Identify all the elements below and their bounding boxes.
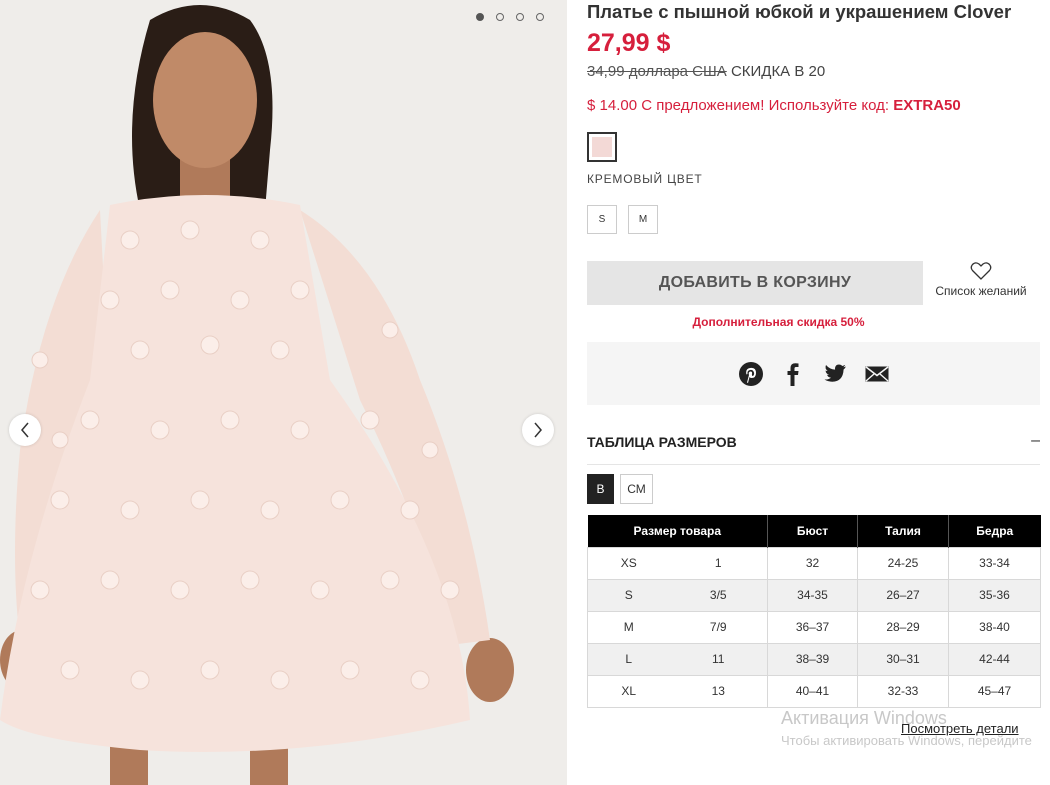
carousel-dot-3[interactable] xyxy=(516,13,524,21)
table-cell: 7/9 xyxy=(669,610,768,644)
unit-toggle-inches[interactable]: В xyxy=(587,474,614,504)
pinterest-icon[interactable] xyxy=(738,361,764,387)
gallery-prev-button[interactable] xyxy=(9,414,41,446)
table-row: S 3/5 34-35 26–27 35-36 xyxy=(587,578,1041,612)
chevron-left-icon xyxy=(21,422,29,438)
size-option-m[interactable]: M xyxy=(628,205,658,234)
product-photo xyxy=(0,0,567,785)
carousel-dot-4[interactable] xyxy=(536,13,544,21)
table-cell: 26–27 xyxy=(857,578,949,612)
table-cell: 45–47 xyxy=(948,674,1041,708)
table-cell: XS xyxy=(587,546,670,580)
product-price: 27,99 $ xyxy=(587,29,671,57)
table-row: XL 13 40–41 32-33 45–47 xyxy=(587,674,1041,708)
color-swatch-cream[interactable] xyxy=(587,132,617,162)
table-cell: XL xyxy=(587,674,670,708)
gallery-next-button[interactable] xyxy=(522,414,554,446)
color-swatch-fill xyxy=(592,137,612,157)
carousel-dots xyxy=(476,13,544,21)
table-cell: S xyxy=(587,578,670,612)
old-price-row: 34,99 доллара США СКИДКА В 20 xyxy=(587,63,825,80)
column-header-size: Размер товара xyxy=(587,515,768,547)
table-cell: 40–41 xyxy=(767,674,858,708)
old-price: 34,99 доллара США xyxy=(587,63,727,80)
size-chart-collapse-toggle[interactable]: – xyxy=(1031,432,1040,450)
chevron-right-icon xyxy=(534,422,542,438)
wishlist-button[interactable]: Список желаний xyxy=(931,261,1031,305)
table-cell: 24-25 xyxy=(857,546,949,580)
table-cell: 32 xyxy=(767,546,858,580)
table-cell: 34-35 xyxy=(767,578,858,612)
extra-discount-note: Дополнительная скидка 50% xyxy=(587,315,1040,329)
table-row: M 7/9 36–37 28–29 38-40 xyxy=(587,610,1041,644)
add-to-cart-button[interactable]: ДОБАВИТЬ В КОРЗИНУ xyxy=(587,261,923,305)
unit-toggle-cm[interactable]: СМ xyxy=(620,474,653,504)
table-cell: 32-33 xyxy=(857,674,949,708)
table-cell: 3/5 xyxy=(669,578,768,612)
table-cell: 42-44 xyxy=(948,642,1041,676)
table-row: XS 1 32 24-25 33-34 xyxy=(587,546,1041,580)
email-icon[interactable] xyxy=(864,361,890,387)
table-cell: 38–39 xyxy=(767,642,858,676)
column-header-waist: Талия xyxy=(857,515,949,547)
extra-discount-text: Дополнительная скидка 50% xyxy=(692,315,865,329)
table-header-row: Размер товара Бюст Талия Бедра xyxy=(587,515,1041,547)
size-chart-heading[interactable]: ТАБЛИЦА РАЗМЕРОВ xyxy=(587,434,737,450)
table-cell: 1 xyxy=(669,546,768,580)
table-cell: L xyxy=(587,642,670,676)
table-cell: 36–37 xyxy=(767,610,858,644)
column-header-hips: Бедра xyxy=(948,515,1041,547)
column-header-bust: Бюст xyxy=(767,515,858,547)
discount-label: СКИДКА В 20 xyxy=(730,63,826,80)
table-row: L 11 38–39 30–31 42-44 xyxy=(587,642,1041,676)
table-cell: 28–29 xyxy=(857,610,949,644)
divider xyxy=(587,464,1040,465)
product-title: Платье с пышной юбкой и украшением Clove… xyxy=(587,1,1012,22)
promo-code: EXTRA50 xyxy=(893,97,961,114)
table-cell: 13 xyxy=(669,674,768,708)
table-cell: M xyxy=(587,610,670,644)
size-chart-table: Размер товара Бюст Талия Бедра XS 1 32 2… xyxy=(587,515,1041,708)
heart-icon xyxy=(970,262,992,280)
table-cell: 11 xyxy=(669,642,768,676)
promo-offer: $ 14.00 С предложением! Используйте код:… xyxy=(587,97,961,114)
promo-text: $ 14.00 С предложением! Используйте код: xyxy=(587,97,894,114)
table-cell: 33-34 xyxy=(948,546,1041,580)
facebook-icon[interactable] xyxy=(780,361,806,387)
product-details-panel: Платье с пышной юбкой и украшением Clove… xyxy=(587,0,1041,785)
table-cell: 38-40 xyxy=(948,610,1041,644)
wishlist-label: Список желаний xyxy=(935,284,1027,298)
windows-activation-subtitle: Чтобы активировать Windows, перейдите xyxy=(781,733,1032,748)
table-cell: 30–31 xyxy=(857,642,949,676)
carousel-dot-1[interactable] xyxy=(476,13,484,21)
color-label: КРЕМОВЫЙ ЦВЕТ xyxy=(587,172,703,186)
table-cell: 35-36 xyxy=(948,578,1041,612)
size-option-s[interactable]: S xyxy=(587,205,617,234)
twitter-icon[interactable] xyxy=(822,361,848,387)
carousel-dot-2[interactable] xyxy=(496,13,504,21)
product-image-gallery xyxy=(0,0,567,785)
share-bar xyxy=(587,342,1040,405)
